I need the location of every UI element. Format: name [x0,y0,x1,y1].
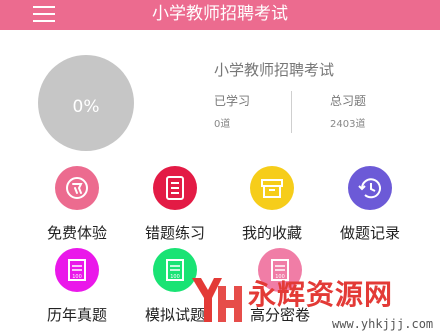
feature-free-trial[interactable]: 免费体验 [22,166,132,254]
feature-label: 错题练习 [144,224,205,242]
total-value: 2403道 [330,119,366,130]
feature-history[interactable]: 做题记录 [315,166,425,254]
notebook-icon [153,166,197,210]
feature-label: 免费体验 [46,224,107,242]
watermark-url: www.yhkjjj.com [332,317,434,331]
progress-percent: 0% [72,97,100,117]
free-badge-icon [55,166,99,210]
learned-label: 已学习 [214,94,251,108]
total-label: 总习题 [330,94,367,108]
feature-favorites[interactable]: 我的收藏 [217,166,327,254]
yh-logo-icon [192,278,242,322]
stats-divider [291,91,292,133]
watermark-title: 永辉资源网 [248,278,394,311]
feature-wrong-questions[interactable]: 错题练习 [120,166,230,254]
feature-label: 我的收藏 [241,224,302,242]
svg-text:100: 100 [170,274,180,280]
paper-100-icon: 100 [55,248,99,292]
box-icon [250,166,294,210]
feature-label: 历年真题 [46,306,107,324]
svg-text:100: 100 [72,274,82,280]
top-bar: 小学教师招聘考试 [0,0,440,30]
feature-past-exams[interactable]: 100 历年真题 [22,248,132,336]
feature-label: 做题记录 [339,224,400,242]
subject-title: 小学教师招聘考试 [214,61,335,79]
watermark: 永辉资源网 www.yhkjjj.com [188,270,440,335]
history-clock-icon [348,166,392,210]
learned-value: 0道 [214,119,231,130]
page-title: 小学教师招聘考试 [152,4,288,24]
progress-circle: 0% [38,55,134,151]
